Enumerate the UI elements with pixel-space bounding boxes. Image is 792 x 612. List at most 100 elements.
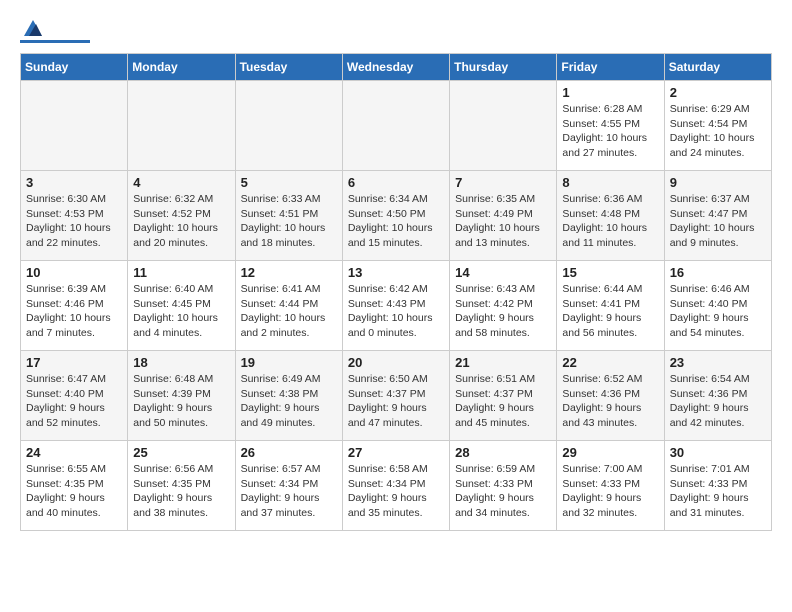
day-info: Sunrise: 6:46 AM Sunset: 4:40 PM Dayligh… bbox=[670, 282, 766, 341]
calendar-day-cell: 11 Sunrise: 6:40 AM Sunset: 4:45 PM Dayli… bbox=[128, 261, 235, 351]
calendar-week-row: 3 Sunrise: 6:30 AM Sunset: 4:53 PM Daylig… bbox=[21, 171, 772, 261]
day-info: Sunrise: 6:34 AM Sunset: 4:50 PM Dayligh… bbox=[348, 192, 444, 251]
day-number: 2 bbox=[670, 85, 766, 100]
day-number: 19 bbox=[241, 355, 337, 370]
day-number: 25 bbox=[133, 445, 229, 460]
day-info: Sunrise: 6:30 AM Sunset: 4:53 PM Dayligh… bbox=[26, 192, 122, 251]
day-number: 1 bbox=[562, 85, 658, 100]
calendar-day-cell: 20 Sunrise: 6:50 AM Sunset: 4:37 PM Dayli… bbox=[342, 351, 449, 441]
calendar-day-cell: 10 Sunrise: 6:39 AM Sunset: 4:46 PM Dayli… bbox=[21, 261, 128, 351]
day-number: 18 bbox=[133, 355, 229, 370]
day-info: Sunrise: 6:37 AM Sunset: 4:47 PM Dayligh… bbox=[670, 192, 766, 251]
day-info: Sunrise: 6:42 AM Sunset: 4:43 PM Dayligh… bbox=[348, 282, 444, 341]
weekday-header-sunday: Sunday bbox=[21, 54, 128, 81]
weekday-header-monday: Monday bbox=[128, 54, 235, 81]
day-number: 12 bbox=[241, 265, 337, 280]
day-number: 7 bbox=[455, 175, 551, 190]
calendar-day-cell: 7 Sunrise: 6:35 AM Sunset: 4:49 PM Daylig… bbox=[450, 171, 557, 261]
calendar-empty-cell bbox=[342, 81, 449, 171]
calendar-week-row: 17 Sunrise: 6:47 AM Sunset: 4:40 PM Dayli… bbox=[21, 351, 772, 441]
logo-triangle-icon bbox=[22, 18, 44, 38]
calendar-day-cell: 25 Sunrise: 6:56 AM Sunset: 4:35 PM Dayli… bbox=[128, 441, 235, 531]
calendar-day-cell: 12Sunrise: 6:41 AM Sunset: 4:44 PM Dayli… bbox=[235, 261, 342, 351]
day-info: Sunrise: 6:32 AM Sunset: 4:52 PM Dayligh… bbox=[133, 192, 229, 251]
calendar-week-row: 24 Sunrise: 6:55 AM Sunset: 4:35 PM Dayli… bbox=[21, 441, 772, 531]
day-number: 16 bbox=[670, 265, 766, 280]
day-info: Sunrise: 6:48 AM Sunset: 4:39 PM Dayligh… bbox=[133, 372, 229, 431]
calendar-empty-cell bbox=[128, 81, 235, 171]
day-number: 17 bbox=[26, 355, 122, 370]
day-number: 27 bbox=[348, 445, 444, 460]
calendar-table: SundayMondayTuesdayWednesdayThursdayFrid… bbox=[20, 53, 772, 531]
logo bbox=[20, 20, 90, 43]
calendar-day-cell: 18 Sunrise: 6:48 AM Sunset: 4:39 PM Dayli… bbox=[128, 351, 235, 441]
calendar-day-cell: 27 Sunrise: 6:58 AM Sunset: 4:34 PM Dayli… bbox=[342, 441, 449, 531]
day-number: 5 bbox=[241, 175, 337, 190]
calendar-day-cell: 14 Sunrise: 6:43 AM Sunset: 4:42 PM Dayli… bbox=[450, 261, 557, 351]
day-number: 23 bbox=[670, 355, 766, 370]
day-info: Sunrise: 6:36 AM Sunset: 4:48 PM Dayligh… bbox=[562, 192, 658, 251]
day-info: Sunrise: 7:01 AM Sunset: 4:33 PM Dayligh… bbox=[670, 462, 766, 521]
calendar-day-cell: 4 Sunrise: 6:32 AM Sunset: 4:52 PM Daylig… bbox=[128, 171, 235, 261]
day-number: 14 bbox=[455, 265, 551, 280]
day-number: 9 bbox=[670, 175, 766, 190]
weekday-header-saturday: Saturday bbox=[664, 54, 771, 81]
day-info: Sunrise: 6:33 AM Sunset: 4:51 PM Dayligh… bbox=[241, 192, 337, 251]
weekday-header-thursday: Thursday bbox=[450, 54, 557, 81]
day-info: Sunrise: 6:55 AM Sunset: 4:35 PM Dayligh… bbox=[26, 462, 122, 521]
calendar-day-cell: 19Sunrise: 6:49 AM Sunset: 4:38 PM Dayli… bbox=[235, 351, 342, 441]
day-number: 8 bbox=[562, 175, 658, 190]
calendar-week-row: 1Sunrise: 6:28 AM Sunset: 4:55 PM Daylig… bbox=[21, 81, 772, 171]
day-number: 30 bbox=[670, 445, 766, 460]
day-number: 22 bbox=[562, 355, 658, 370]
day-info: Sunrise: 6:47 AM Sunset: 4:40 PM Dayligh… bbox=[26, 372, 122, 431]
calendar-day-cell: 17 Sunrise: 6:47 AM Sunset: 4:40 PM Dayli… bbox=[21, 351, 128, 441]
calendar-day-cell: 26 Sunrise: 6:57 AM Sunset: 4:34 PM Dayli… bbox=[235, 441, 342, 531]
calendar-day-cell: 3 Sunrise: 6:30 AM Sunset: 4:53 PM Daylig… bbox=[21, 171, 128, 261]
day-number: 28 bbox=[455, 445, 551, 460]
day-number: 4 bbox=[133, 175, 229, 190]
calendar-day-cell: 5 Sunrise: 6:33 AM Sunset: 4:51 PM Daylig… bbox=[235, 171, 342, 261]
day-info: Sunrise: 6:43 AM Sunset: 4:42 PM Dayligh… bbox=[455, 282, 551, 341]
day-info: Sunrise: 7:00 AM Sunset: 4:33 PM Dayligh… bbox=[562, 462, 658, 521]
calendar-day-cell: 8 Sunrise: 6:36 AM Sunset: 4:48 PM Daylig… bbox=[557, 171, 664, 261]
calendar-day-cell: 9 Sunrise: 6:37 AM Sunset: 4:47 PM Daylig… bbox=[664, 171, 771, 261]
day-info: Sunrise: 6:40 AM Sunset: 4:45 PM Dayligh… bbox=[133, 282, 229, 341]
calendar-day-cell: 24 Sunrise: 6:55 AM Sunset: 4:35 PM Dayli… bbox=[21, 441, 128, 531]
calendar-day-cell: 28 Sunrise: 6:59 AM Sunset: 4:33 PM Dayli… bbox=[450, 441, 557, 531]
day-number: 10 bbox=[26, 265, 122, 280]
calendar-empty-cell bbox=[235, 81, 342, 171]
day-number: 20 bbox=[348, 355, 444, 370]
day-number: 26 bbox=[241, 445, 337, 460]
day-info: Sunrise: 6:54 AM Sunset: 4:36 PM Dayligh… bbox=[670, 372, 766, 431]
weekday-header-wednesday: Wednesday bbox=[342, 54, 449, 81]
calendar-day-cell: 2 Sunrise: 6:29 AM Sunset: 4:54 PM Daylig… bbox=[664, 81, 771, 171]
calendar-day-cell: 29 Sunrise: 7:00 AM Sunset: 4:33 PM Dayli… bbox=[557, 441, 664, 531]
weekday-header-friday: Friday bbox=[557, 54, 664, 81]
day-info: Sunrise: 6:51 AM Sunset: 4:37 PM Dayligh… bbox=[455, 372, 551, 431]
calendar-day-cell: 1Sunrise: 6:28 AM Sunset: 4:55 PM Daylig… bbox=[557, 81, 664, 171]
day-info: Sunrise: 6:57 AM Sunset: 4:34 PM Dayligh… bbox=[241, 462, 337, 521]
calendar-empty-cell bbox=[21, 81, 128, 171]
day-info: Sunrise: 6:52 AM Sunset: 4:36 PM Dayligh… bbox=[562, 372, 658, 431]
day-info: Sunrise: 6:50 AM Sunset: 4:37 PM Dayligh… bbox=[348, 372, 444, 431]
day-info: Sunrise: 6:39 AM Sunset: 4:46 PM Dayligh… bbox=[26, 282, 122, 341]
day-number: 21 bbox=[455, 355, 551, 370]
calendar-day-cell: 13 Sunrise: 6:42 AM Sunset: 4:43 PM Dayli… bbox=[342, 261, 449, 351]
day-number: 29 bbox=[562, 445, 658, 460]
day-number: 3 bbox=[26, 175, 122, 190]
day-number: 11 bbox=[133, 265, 229, 280]
calendar-day-cell: 6Sunrise: 6:34 AM Sunset: 4:50 PM Daylig… bbox=[342, 171, 449, 261]
day-number: 13 bbox=[348, 265, 444, 280]
day-number: 24 bbox=[26, 445, 122, 460]
calendar-day-cell: 22 Sunrise: 6:52 AM Sunset: 4:36 PM Dayli… bbox=[557, 351, 664, 441]
day-info: Sunrise: 6:58 AM Sunset: 4:34 PM Dayligh… bbox=[348, 462, 444, 521]
calendar-header-row: SundayMondayTuesdayWednesdayThursdayFrid… bbox=[21, 54, 772, 81]
day-info: Sunrise: 6:56 AM Sunset: 4:35 PM Dayligh… bbox=[133, 462, 229, 521]
weekday-header-tuesday: Tuesday bbox=[235, 54, 342, 81]
day-info: Sunrise: 6:59 AM Sunset: 4:33 PM Dayligh… bbox=[455, 462, 551, 521]
calendar-empty-cell bbox=[450, 81, 557, 171]
day-info: Sunrise: 6:35 AM Sunset: 4:49 PM Dayligh… bbox=[455, 192, 551, 251]
calendar-day-cell: 15Sunrise: 6:44 AM Sunset: 4:41 PM Dayli… bbox=[557, 261, 664, 351]
day-info: Sunrise: 6:29 AM Sunset: 4:54 PM Dayligh… bbox=[670, 102, 766, 161]
